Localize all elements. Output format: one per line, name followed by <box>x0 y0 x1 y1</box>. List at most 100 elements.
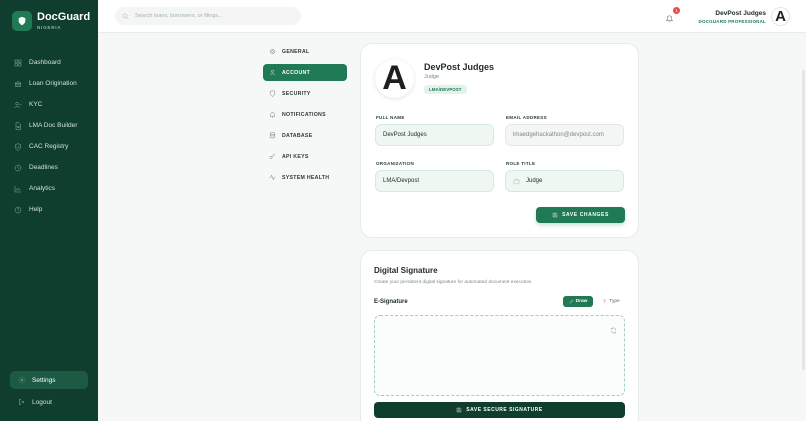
notifications-button[interactable]: 1 <box>665 7 680 23</box>
sidebar-item-label: Dashboard <box>29 59 61 66</box>
topbar: 1 DevPost Judges DOCGUARD PROFESSIONAL A <box>98 0 806 33</box>
save-icon <box>457 407 462 413</box>
tab-system-health[interactable]: SYSTEM HEALTH <box>263 169 347 186</box>
logout-icon <box>19 399 25 405</box>
email-label: EMAIL ADDRESS <box>506 115 547 120</box>
search-bar[interactable] <box>115 7 301 25</box>
role-title-value: Judge <box>526 178 543 184</box>
role-title-field[interactable]: Judge <box>505 170 624 192</box>
user-check-icon <box>13 100 23 110</box>
profile-avatar[interactable]: A <box>375 59 414 98</box>
brand-title: DocGuard <box>37 11 91 23</box>
save-icon <box>552 212 558 218</box>
chart-icon <box>13 184 23 194</box>
sidebar-item-deadlines[interactable]: Deadlines <box>8 157 92 178</box>
tab-label: DATABASE <box>282 132 313 139</box>
role-title-label: ROLE TITLE <box>506 161 536 166</box>
sidebar-nav: Dashboard Loan Origination KYC LMA Doc B… <box>8 52 92 220</box>
type-mode-button[interactable]: Type <box>598 296 624 307</box>
bell-icon <box>269 112 276 118</box>
draw-mode-button[interactable]: Draw <box>563 296 593 307</box>
tab-notifications[interactable]: NOTIFICATIONS <box>263 106 347 123</box>
sidebar-item-label: Help <box>29 206 43 213</box>
sidebar-item-label: Settings <box>32 376 56 384</box>
full-name-label: FULL NAME <box>376 115 405 120</box>
tab-label: SYSTEM HEALTH <box>282 174 330 181</box>
tab-label: ACCOUNT <box>282 69 311 76</box>
settings-menu: GENERAL ACCOUNT SECURITY NOTIFICATIONS D… <box>263 43 347 190</box>
tab-api-keys[interactable]: API KEYS <box>263 148 347 165</box>
tab-label: SECURITY <box>282 90 311 97</box>
logout-button[interactable]: Logout <box>10 393 88 411</box>
tab-general[interactable]: GENERAL <box>263 43 347 60</box>
shield-icon <box>12 11 32 31</box>
shield-check-icon <box>13 142 23 152</box>
sidebar-item-label: CAC Registry <box>29 143 69 150</box>
document-icon <box>13 121 23 131</box>
bell-icon <box>665 15 674 23</box>
organization-field[interactable]: LMA/Devpost <box>375 170 494 192</box>
pen-icon <box>569 299 573 304</box>
user-name: DevPost Judges <box>715 10 766 17</box>
save-changes-label: SAVE CHANGES <box>562 212 609 218</box>
tab-security[interactable]: SECURITY <box>263 85 347 102</box>
search-input[interactable] <box>135 13 295 19</box>
full-name-field[interactable]: DevPost Judges <box>375 124 494 146</box>
sidebar-item-cac-registry[interactable]: CAC Registry <box>8 136 92 157</box>
search-icon <box>122 13 129 19</box>
profile-name: DevPost Judges <box>424 62 495 72</box>
profile-title: Judge <box>424 74 439 80</box>
clock-icon <box>13 163 23 173</box>
signature-card: Digital Signature Create your persistent… <box>360 250 639 421</box>
type-icon <box>603 299 607 304</box>
sidebar-item-settings[interactable]: Settings <box>10 371 88 389</box>
brand[interactable]: DocGuard NIGERIA <box>12 11 90 31</box>
sidebar-item-label: LMA Doc Builder <box>29 122 78 129</box>
scrollbar[interactable] <box>802 70 805 370</box>
sidebar-item-label: Loan Origination <box>29 80 77 87</box>
sidebar-item-loan-origination[interactable]: Loan Origination <box>8 73 92 94</box>
tab-label: GENERAL <box>282 48 310 55</box>
user-role: DOCGUARD PROFESSIONAL <box>698 19 766 24</box>
tab-database[interactable]: DATABASE <box>263 127 347 144</box>
shield-icon <box>269 90 276 97</box>
tab-account[interactable]: ACCOUNT <box>263 64 347 81</box>
grid-icon <box>13 58 23 68</box>
e-signature-label: E-Signature <box>374 299 408 305</box>
email-field: lmaedgehackathon@devpost.com <box>505 124 624 146</box>
type-label: Type <box>609 299 620 304</box>
gear-icon <box>18 376 26 384</box>
user-icon <box>269 69 276 76</box>
save-signature-label: SAVE SECURE SIGNATURE <box>466 407 543 413</box>
tab-label: API KEYS <box>282 153 309 160</box>
gear-icon <box>269 48 276 55</box>
help-icon <box>13 205 23 215</box>
key-icon <box>269 153 275 159</box>
signature-description: Create your persistent digital signature… <box>374 280 533 285</box>
sidebar-item-lma-doc-builder[interactable]: LMA Doc Builder <box>8 115 92 136</box>
tab-label: NOTIFICATIONS <box>282 111 326 118</box>
avatar[interactable]: A <box>771 7 790 26</box>
bank-icon <box>13 79 23 89</box>
sidebar-item-label: KYC <box>29 101 43 108</box>
sidebar-item-kyc[interactable]: KYC <box>8 94 92 115</box>
organization-label: ORGANIZATION <box>376 161 415 166</box>
save-changes-button[interactable]: SAVE CHANGES <box>536 207 625 223</box>
briefcase-icon <box>513 178 520 184</box>
database-icon <box>269 132 276 139</box>
refresh-icon <box>610 327 617 334</box>
sidebar-item-label: Deadlines <box>29 164 58 171</box>
logout-label: Logout <box>32 398 52 406</box>
save-signature-button[interactable]: SAVE SECURE SIGNATURE <box>374 402 625 418</box>
sidebar-item-label: Analytics <box>29 185 56 192</box>
sidebar: DocGuard NIGERIA Dashboard Loan Originat… <box>0 0 98 421</box>
clear-signature-button[interactable] <box>610 321 618 334</box>
sidebar-item-help[interactable]: Help <box>8 199 92 220</box>
sidebar-item-analytics[interactable]: Analytics <box>8 178 92 199</box>
activity-icon <box>269 174 276 181</box>
sidebar-item-dashboard[interactable]: Dashboard <box>8 52 92 73</box>
notification-badge: 1 <box>673 7 680 14</box>
brand-subtitle: NIGERIA <box>37 25 62 30</box>
signature-title: Digital Signature <box>374 266 438 275</box>
signature-pad[interactable] <box>374 315 625 396</box>
